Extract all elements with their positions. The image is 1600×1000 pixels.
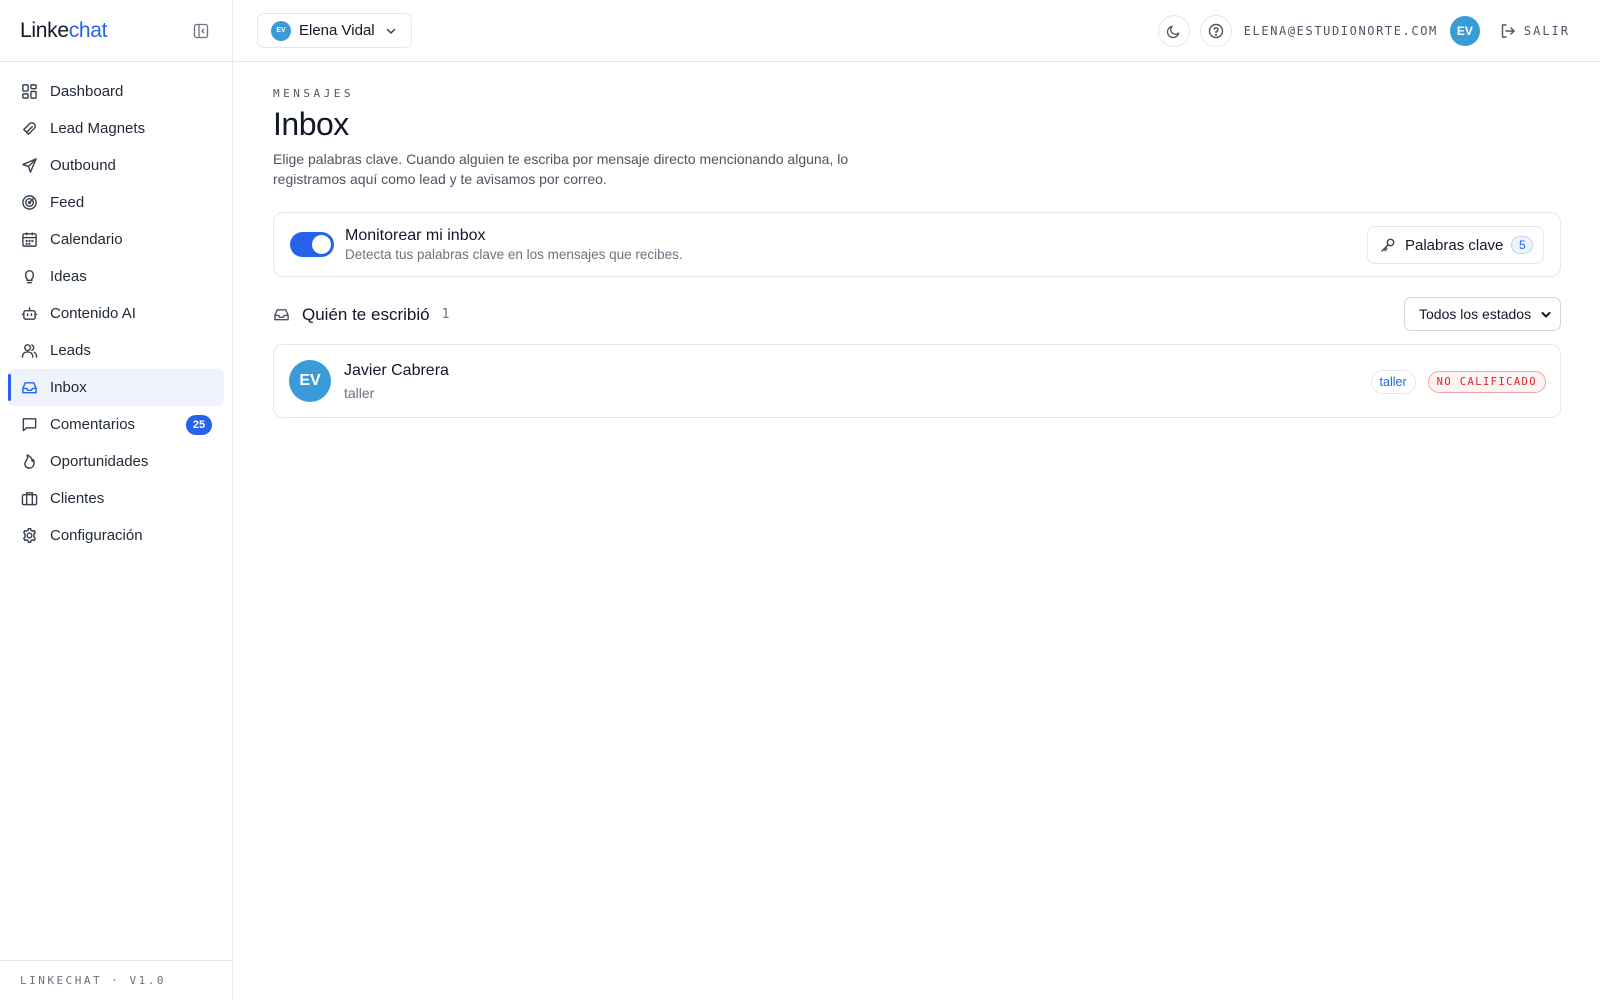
account-avatar: EV — [271, 20, 291, 41]
inbox-monitor-card: Monitorear mi inbox Detecta tus palabras… — [273, 212, 1561, 277]
magnet-icon — [20, 120, 38, 138]
monitor-subtitle: Detecta tus palabras clave en los mensaj… — [345, 247, 683, 262]
sidebar-item-label: Configuración — [50, 527, 143, 544]
sidebar-item-label: Leads — [50, 342, 91, 359]
briefcase-icon — [20, 490, 38, 508]
sidebar-item-leads[interactable]: Leads — [8, 332, 224, 369]
sidebar-item-lead-magnets[interactable]: Lead Magnets — [8, 110, 224, 147]
sender-info: Javier Cabrera taller — [344, 362, 449, 401]
sidebar-item-label: Ideas — [50, 268, 87, 285]
calendar-icon — [20, 231, 38, 249]
user-email: ELENA@ESTUDIONORTE.COM — [1243, 24, 1438, 38]
main-content: MENSAJES Inbox Elige palabras clave. Cua… — [273, 62, 1561, 418]
account-switcher[interactable]: EV Elena Vidal — [257, 13, 412, 48]
status-filter-value: Todos los estados — [1419, 306, 1532, 322]
app-logo[interactable]: Linkechat — [20, 18, 108, 43]
moon-icon — [1166, 24, 1181, 39]
key-icon — [1380, 237, 1396, 253]
senders-title: Quién te escribió — [302, 304, 430, 324]
keyword-tag: taller — [1370, 370, 1416, 394]
sidebar-item-outbound[interactable]: Outbound — [8, 147, 224, 184]
sidebar-item-calendario[interactable]: Calendario — [8, 221, 224, 258]
sidebar-item-clientes[interactable]: Clientes — [8, 480, 224, 517]
chevron-down-icon — [385, 25, 397, 37]
help-circle-icon — [1208, 23, 1224, 39]
help-button[interactable] — [1199, 15, 1232, 47]
sidebar-item-inbox[interactable]: Inbox — [8, 369, 224, 406]
gear-icon — [20, 527, 38, 545]
sidebar-header: Linkechat — [0, 0, 232, 62]
sidebar-item-contenido-ai[interactable]: Contenido AI — [8, 295, 224, 332]
sender-name: Javier Cabrera — [344, 361, 449, 379]
keywords-count-badge: 5 — [1511, 236, 1534, 254]
user-avatar[interactable]: EV — [1449, 16, 1480, 46]
sidebar-item-feed[interactable]: Feed — [8, 184, 224, 221]
sidebar-item-label: Feed — [50, 194, 85, 211]
sidebar-item-label: Oportunidades — [50, 453, 149, 470]
sidebar-item-label: Calendario — [50, 231, 123, 248]
sidebar-item-label: Dashboard — [50, 83, 124, 100]
radar-icon — [20, 194, 38, 212]
flame-icon — [20, 453, 38, 471]
sender-tags: taller NO CALIFICADO — [1370, 370, 1546, 394]
sender-avatar: EV — [289, 360, 331, 402]
logout-label: SALIR — [1523, 24, 1570, 38]
monitor-title: Monitorear mi inbox — [345, 227, 486, 244]
sidebar-item-label: Inbox — [50, 379, 87, 396]
sidebar-item-ideas[interactable]: Ideas — [8, 258, 224, 295]
theme-toggle-button[interactable] — [1157, 15, 1190, 47]
comments-count-badge: 25 — [186, 415, 212, 435]
senders-header: Quién te escribió 1 Todos los estados — [273, 297, 1561, 332]
sidebar-item-configuracion[interactable]: Configuración — [8, 517, 224, 554]
logout-button[interactable]: SALIR — [1500, 23, 1570, 39]
send-icon — [20, 157, 38, 175]
inbox-icon — [273, 306, 290, 323]
sidebar-item-label: Comentarios — [50, 416, 136, 433]
message-square-icon — [20, 416, 38, 434]
sender-keyword: taller — [344, 384, 375, 401]
top-bar: EV Elena Vidal ELENA@ESTUDIONORTE.COM EV… — [233, 0, 1600, 62]
status-filter-select[interactable]: Todos los estados — [1404, 297, 1561, 331]
toggle-knob — [312, 235, 331, 254]
keywords-button-label: Palabras clave — [1405, 236, 1504, 254]
page-eyebrow: MENSAJES — [273, 87, 354, 100]
inbox-icon — [20, 379, 38, 397]
account-name: Elena Vidal — [299, 22, 375, 39]
top-actions: ELENA@ESTUDIONORTE.COM EV SALIR — [1157, 15, 1570, 47]
sidebar-item-label: Lead Magnets — [50, 120, 146, 137]
sidebar-item-label: Outbound — [50, 157, 116, 174]
logo-text-primary: Linke — [20, 18, 69, 42]
monitor-inbox-toggle[interactable] — [290, 232, 334, 257]
grid-icon — [20, 83, 38, 101]
logo-text-accent: chat — [68, 18, 108, 42]
senders-count: 1 — [441, 307, 450, 322]
sidebar-item-oportunidades[interactable]: Oportunidades — [8, 443, 224, 480]
bot-icon — [20, 305, 38, 323]
page-description: Elige palabras clave. Cuando alguien te … — [273, 151, 849, 187]
sidebar: Linkechat Dashboard Lead Magnets Outboun… — [0, 0, 233, 1000]
lightbulb-icon — [20, 268, 38, 286]
sidebar-item-label: Clientes — [50, 490, 105, 507]
sidebar-item-label: Contenido AI — [50, 305, 136, 322]
logout-icon — [1500, 23, 1516, 39]
page-title: Inbox — [273, 106, 349, 142]
sidebar-nav: Dashboard Lead Magnets Outbound Feed Cal… — [0, 62, 232, 554]
keywords-button[interactable]: Palabras clave 5 — [1367, 226, 1544, 264]
users-icon — [20, 342, 38, 360]
sidebar-collapse-icon[interactable] — [192, 22, 210, 40]
app-version: LINKECHAT · V1.0 — [0, 960, 232, 1000]
monitor-text: Monitorear mi inbox Detecta tus palabras… — [345, 227, 683, 262]
sidebar-item-dashboard[interactable]: Dashboard — [8, 73, 224, 110]
status-badge: NO CALIFICADO — [1427, 371, 1546, 393]
chevron-down-icon — [1540, 309, 1552, 321]
sidebar-item-comentarios[interactable]: Comentarios 25 — [8, 406, 224, 443]
sender-row[interactable]: EV Javier Cabrera taller taller NO CALIF… — [273, 344, 1561, 418]
